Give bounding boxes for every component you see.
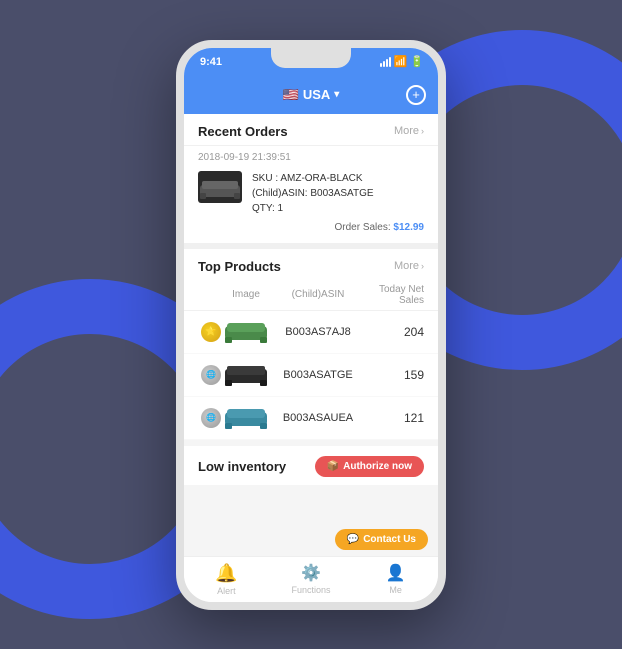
top-products-more[interactable]: More › bbox=[394, 260, 424, 272]
order-details: SKU : AMZ-ORA-BLACK (Child)ASIN: B003ASA… bbox=[252, 171, 424, 233]
header-bar: 🇺🇸 USA ▾ + bbox=[184, 76, 438, 114]
recent-orders-title: Recent Orders bbox=[198, 124, 288, 139]
product-row: 🌐 B003ASAUEA 121 bbox=[184, 397, 438, 440]
product-sales-2: 159 bbox=[364, 368, 424, 382]
country-selector[interactable]: 🇺🇸 USA ▾ bbox=[283, 87, 340, 103]
add-button[interactable]: + bbox=[406, 85, 426, 105]
order-qty: QTY: 1 bbox=[252, 201, 424, 216]
products-table-header: Image (Child)ASIN Today Net Sales bbox=[184, 280, 438, 311]
authorize-button[interactable]: 📦 Authorize now bbox=[315, 456, 424, 477]
top-products-title: Top Products bbox=[198, 259, 281, 274]
product-sales-1: 204 bbox=[364, 325, 424, 339]
rank-1-icon: ⭐ bbox=[201, 322, 221, 342]
product-row: 🌐 B003ASATGE 159 bbox=[184, 354, 438, 397]
amazon-icon: 📦 bbox=[327, 461, 339, 472]
nav-item-alert[interactable]: 🔔 Alert bbox=[184, 563, 269, 596]
top-products-header: Top Products More › bbox=[184, 249, 438, 280]
product-row: ⭐ B003AS7AJ8 204 bbox=[184, 311, 438, 354]
order-child-asin: (Child)ASIN: B003ASATGE bbox=[252, 186, 424, 201]
order-item: SKU : AMZ-ORA-BLACK (Child)ASIN: B003ASA… bbox=[198, 171, 424, 233]
battery-icon: 🔋 bbox=[410, 55, 424, 68]
order-sales: Order Sales: $12.99 bbox=[252, 222, 424, 233]
flag-icon: 🇺🇸 bbox=[283, 87, 299, 103]
product-image-3 bbox=[224, 404, 268, 432]
signal-icon bbox=[380, 57, 391, 67]
product-image-1 bbox=[224, 318, 268, 346]
nav-functions-label: Functions bbox=[291, 585, 330, 595]
contact-us-button[interactable]: 💬 Contact Us bbox=[335, 529, 428, 550]
contact-icon: 💬 bbox=[347, 534, 359, 545]
phone-frame: 9:41 📶 🔋 🇺🇸 USA ▾ + Recent Orders bbox=[176, 40, 446, 610]
nav-me-label: Me bbox=[389, 585, 402, 595]
product-asin-3: B003ASAUEA bbox=[272, 412, 364, 424]
col-image-header: Image bbox=[224, 289, 268, 300]
order-sales-amount: $12.99 bbox=[393, 222, 424, 233]
product-image-2 bbox=[224, 361, 268, 389]
col-sales-header: Today Net Sales bbox=[354, 284, 424, 306]
status-icons: 📶 🔋 bbox=[380, 55, 424, 68]
low-inventory-title: Low inventory bbox=[198, 459, 286, 474]
nav-item-functions[interactable]: ⚙️ Functions bbox=[269, 563, 354, 595]
col-asin-header: (Child)ASIN bbox=[268, 289, 354, 300]
country-name: USA bbox=[303, 87, 330, 102]
order-date: 2018-09-19 21:39:51 bbox=[198, 152, 424, 163]
recent-orders-header: Recent Orders More › bbox=[184, 114, 438, 145]
rank-3-icon: 🌐 bbox=[201, 408, 221, 428]
content-area: Recent Orders More › 2018-09-19 21:39:51 bbox=[184, 114, 438, 556]
plus-icon: + bbox=[412, 87, 420, 102]
rank-2-icon: 🌐 bbox=[201, 365, 221, 385]
alert-icon: 🔔 bbox=[215, 563, 237, 584]
chevron-right-icon-2: › bbox=[421, 261, 424, 271]
order-product-image bbox=[198, 171, 242, 203]
phone-notch bbox=[271, 48, 351, 68]
dropdown-arrow: ▾ bbox=[334, 89, 339, 100]
recent-orders-more[interactable]: More › bbox=[394, 125, 424, 137]
product-asin-1: B003AS7AJ8 bbox=[272, 326, 364, 338]
nav-alert-label: Alert bbox=[217, 586, 236, 596]
chevron-right-icon: › bbox=[421, 126, 424, 136]
bottom-nav: 🔔 Alert ⚙️ Functions 👤 Me bbox=[184, 556, 438, 602]
low-inventory-section: Low inventory 📦 Authorize now bbox=[184, 446, 438, 485]
order-sku: SKU : AMZ-ORA-BLACK bbox=[252, 171, 424, 186]
product-asin-2: B003ASATGE bbox=[272, 369, 364, 381]
nav-item-me[interactable]: 👤 Me bbox=[353, 563, 438, 595]
wifi-icon: 📶 bbox=[394, 55, 408, 68]
top-products-section: Top Products More › Image (Child)ASIN To… bbox=[184, 249, 438, 440]
product-sales-3: 121 bbox=[364, 411, 424, 425]
functions-icon: ⚙️ bbox=[301, 563, 321, 583]
me-icon: 👤 bbox=[386, 563, 406, 583]
status-time: 9:41 bbox=[200, 56, 222, 68]
order-card: 2018-09-19 21:39:51 SKU : AMZ-ORA-BLACK … bbox=[184, 145, 438, 243]
